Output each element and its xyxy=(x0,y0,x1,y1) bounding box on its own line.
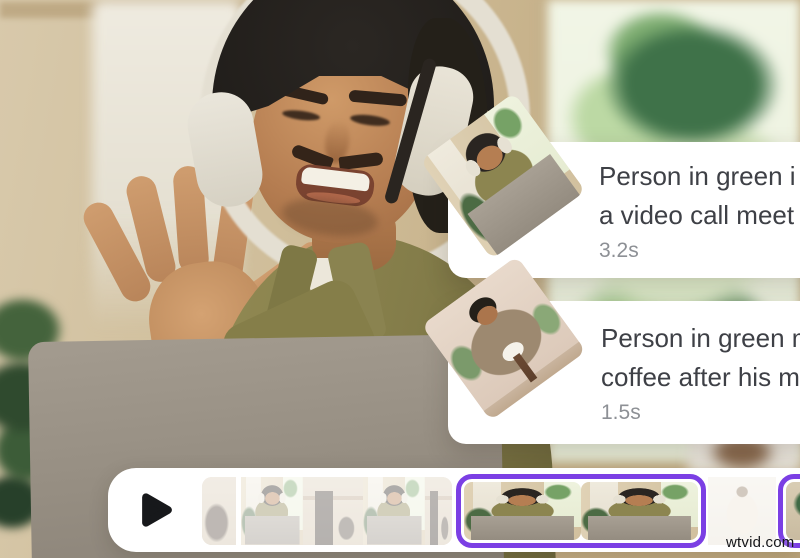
watermark: wtvid.com xyxy=(726,534,795,551)
clip-title-line-2: coffee after his m xyxy=(601,362,800,392)
timeline-strip[interactable] xyxy=(202,474,800,548)
clip-suggestion-card-1[interactable]: Person in green i a video call meet 3.2s xyxy=(420,92,800,278)
playhead[interactable] xyxy=(236,477,241,545)
clip-card-text: Person in green m coffee after his m 1.5… xyxy=(601,319,800,426)
clip-duration: 3.2s xyxy=(599,238,639,262)
clip-duration: 1.5s xyxy=(601,401,641,424)
eyebrow-right xyxy=(348,89,408,107)
frame-coffee-machine xyxy=(303,477,363,545)
frame-greenery xyxy=(786,482,800,540)
clip-suggestion-card-2[interactable]: Person in green m coffee after his m 1.5… xyxy=(421,255,800,444)
play-icon xyxy=(142,493,172,527)
clip-title-line-2: a video call meet xyxy=(599,199,795,230)
frame-coffee-closeup xyxy=(202,477,236,545)
teeth xyxy=(300,166,371,192)
clip-title-line-1: Person in green m xyxy=(601,323,800,353)
timeline-clip-selected-1[interactable] xyxy=(456,474,706,548)
frame-video-call xyxy=(363,477,425,545)
video-editor-screenshot: Person in green i a video call meet 3.2s… xyxy=(0,0,800,558)
clip-card-text: Person in green i a video call meet 3.2s xyxy=(599,157,796,264)
frame-coffee-machine xyxy=(425,477,452,545)
clip-title-line-1: Person in green i xyxy=(599,160,796,191)
play-button[interactable] xyxy=(134,488,180,532)
video-timeline[interactable] xyxy=(108,468,800,552)
frame-video-call xyxy=(241,477,303,545)
frame-video-call xyxy=(581,482,698,540)
timeline-clip-unselected-1[interactable] xyxy=(202,477,452,545)
eye-right xyxy=(349,112,391,128)
frame-video-call xyxy=(464,482,581,540)
eye-left xyxy=(281,108,321,123)
